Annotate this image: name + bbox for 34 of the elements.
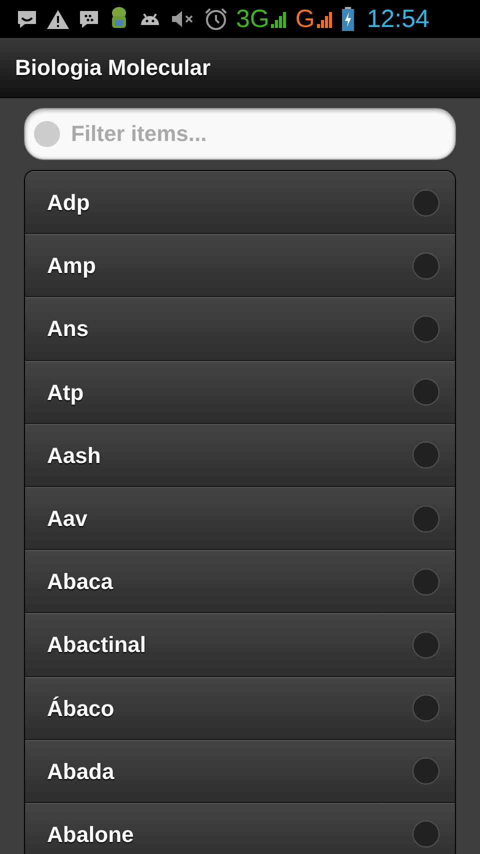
circle-icon — [412, 252, 440, 280]
alarm-icon — [204, 7, 228, 31]
circle-icon — [412, 630, 440, 659]
circle-icon — [412, 568, 440, 596]
circle-icon — [412, 694, 440, 722]
circle-icon — [412, 441, 440, 470]
signal-icon — [269, 10, 288, 28]
app-title: Biologia Molecular — [15, 54, 211, 82]
circle-icon — [412, 820, 440, 848]
clock-time: 12:54 — [366, 6, 430, 32]
signal-icon — [314, 10, 333, 28]
list-item[interactable]: Ábaco — [25, 676, 455, 740]
circle-icon — [412, 188, 440, 217]
list-item[interactable]: Abada — [25, 740, 455, 803]
circle-icon — [412, 757, 440, 786]
list-item[interactable]: Abactinal — [25, 613, 455, 676]
list-item[interactable]: Adp — [25, 171, 455, 234]
list-item[interactable]: Atp — [25, 360, 455, 424]
circle-icon — [412, 378, 440, 406]
battery-icon — [340, 7, 355, 31]
chat-icon — [78, 8, 100, 30]
network-type-label: 3G — [236, 6, 270, 32]
circle-icon — [412, 314, 440, 343]
list-item[interactable]: Amp — [25, 234, 455, 298]
warning-icon — [46, 8, 70, 30]
network-type-label: G — [295, 6, 315, 32]
circle-icon — [412, 504, 440, 533]
list-item[interactable]: Ans — [25, 297, 455, 361]
list-item[interactable]: Abalone — [25, 802, 455, 854]
list-item[interactable]: Abaca — [25, 550, 455, 614]
list-item[interactable]: Aash — [25, 424, 455, 487]
message-icon — [16, 8, 38, 30]
list-item[interactable]: Aav — [25, 486, 455, 550]
search-field[interactable]: Filter items... — [24, 108, 456, 160]
